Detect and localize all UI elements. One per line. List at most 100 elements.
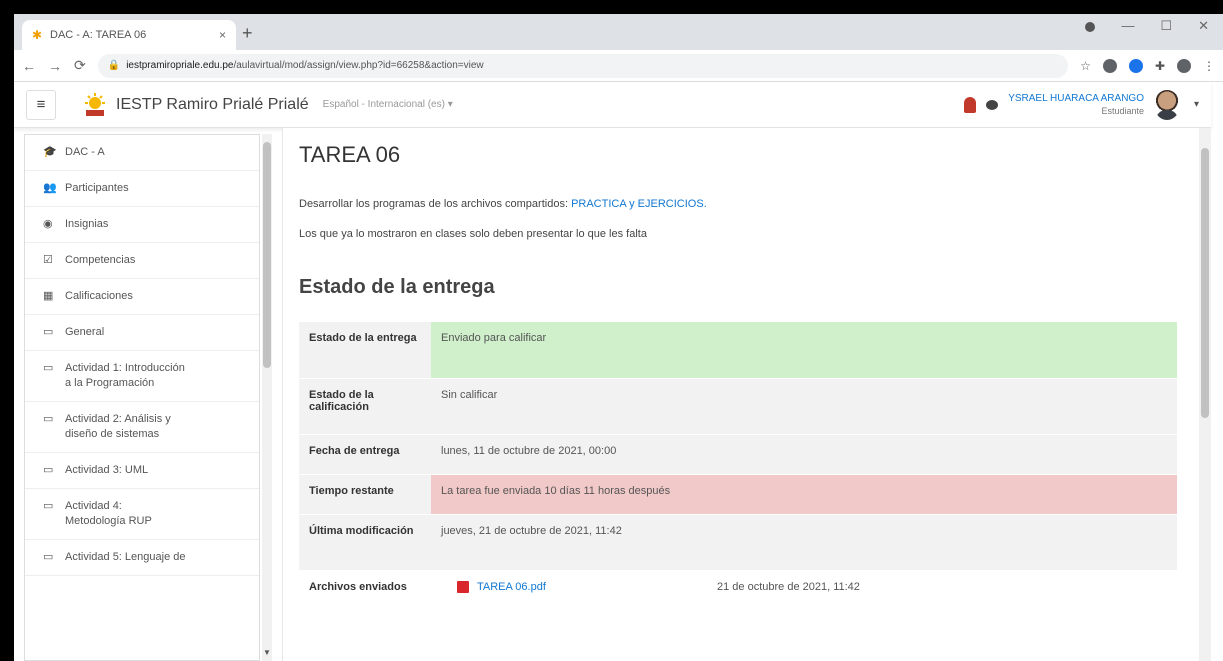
row-value: Sin calificar bbox=[431, 378, 1177, 435]
sidebar-item-label: Participantes bbox=[65, 182, 129, 194]
url-host: iestpramiropriale.edu.pe bbox=[126, 60, 234, 71]
sidebar-item-label: Insignias bbox=[65, 218, 109, 230]
profile-icon[interactable] bbox=[1177, 58, 1191, 73]
description-text: Desarrollar los programas de los archivo… bbox=[299, 198, 572, 210]
row-label: Fecha de entrega bbox=[299, 434, 431, 475]
moodle-favicon-icon: ✱ bbox=[32, 28, 43, 42]
notification-bell-icon[interactable] bbox=[964, 96, 977, 113]
site-name[interactable]: IESTP Ramiro Prialé Prialé bbox=[116, 96, 309, 114]
mortarboard-icon: 🎓 bbox=[43, 146, 57, 158]
row-label: Estado de la entrega bbox=[299, 322, 431, 379]
sidebar-item-label: DAC - A bbox=[65, 146, 105, 158]
course-sidebar: 🎓 DAC - A 👥 Participantes ◉ Insignias ☑ … bbox=[24, 134, 260, 661]
checkbox-icon: ☑ bbox=[43, 254, 53, 266]
table-row: Archivos enviados TAREA 06.pdf 21 de oct… bbox=[299, 570, 1177, 627]
assignment-note: Los que ya lo mostraron en clases solo d… bbox=[299, 228, 647, 240]
users-icon: 👥 bbox=[43, 182, 57, 194]
url-path: /aulavirtual/mod/assign/view.php?id=6625… bbox=[233, 60, 484, 71]
screen-frame: ✱ DAC - A: TAREA 06 × + — ☐ ✕ ← → ⟳ 🔒 ie… bbox=[0, 0, 1223, 661]
star-icon[interactable]: ☆ bbox=[1080, 59, 1091, 73]
sidebar-item-activity-1[interactable]: ▭ Actividad 1: Introducción a la Program… bbox=[25, 351, 259, 402]
window-controls: — ☐ ✕ bbox=[1085, 18, 1223, 34]
table-row: Estado de la calificación Sin calificar bbox=[299, 378, 1177, 435]
page-scrollbar[interactable] bbox=[1199, 128, 1211, 661]
sidebar-scrollbar[interactable]: ▼ bbox=[262, 134, 272, 661]
table-row: Última modificación jueves, 21 de octubr… bbox=[299, 514, 1177, 571]
sidebar-item-activity-4[interactable]: ▭ Actividad 4: Metodología RUP bbox=[25, 489, 259, 540]
camera-icon bbox=[1085, 22, 1096, 32]
file-date: 21 de octubre de 2021, 11:42 bbox=[717, 580, 860, 593]
tab-strip: ✱ DAC - A: TAREA 06 × + — ☐ ✕ bbox=[14, 14, 1223, 50]
shield-icon: ◉ bbox=[43, 218, 53, 230]
grid-icon: ▦ bbox=[43, 290, 54, 302]
lock-icon: 🔒 bbox=[107, 60, 121, 71]
chevron-down-icon[interactable]: ▾ bbox=[1194, 99, 1199, 110]
user-name: YSRAEL HUARACA ARANGO bbox=[1008, 92, 1144, 104]
page-title: TAREA 06 bbox=[299, 142, 401, 167]
sidebar-item-competencies[interactable]: ☑ Competencias bbox=[25, 243, 259, 279]
tab-title: DAC - A: TAREA 06 bbox=[50, 29, 147, 41]
page-scroll-thumb[interactable] bbox=[1201, 148, 1209, 418]
language-selector[interactable]: Español - Internacional (es) ▾ bbox=[323, 99, 453, 110]
institute-logo bbox=[85, 92, 105, 116]
address-toolbar: ← → ⟳ 🔒 iestpramiropriale.edu.pe /aulavi… bbox=[14, 50, 1223, 82]
extension-blue-icon[interactable] bbox=[1128, 58, 1143, 73]
folder-icon: ▭ bbox=[43, 551, 54, 563]
scroll-down-icon[interactable]: ▼ bbox=[263, 648, 271, 657]
user-role: Estudiante bbox=[1101, 105, 1144, 116]
reload-icon[interactable]: ⟳ bbox=[74, 57, 86, 74]
folder-icon: ▭ bbox=[43, 362, 54, 374]
row-value: lunes, 11 de octubre de 2021, 00:00 bbox=[431, 434, 1177, 475]
site-navbar: ≡ IESTP Ramiro Prialé Prialé Español - I… bbox=[14, 82, 1211, 128]
submission-status-heading: Estado de la entrega bbox=[299, 276, 495, 298]
extension-icon[interactable] bbox=[1102, 58, 1117, 73]
sidebar-item-activity-5[interactable]: ▭ Actividad 5: Lenguaje de bbox=[25, 540, 259, 576]
forward-icon[interactable]: → bbox=[48, 58, 62, 74]
sidebar-item-course[interactable]: 🎓 DAC - A bbox=[25, 135, 259, 171]
menu-dots-icon[interactable]: ⋮ bbox=[1203, 59, 1215, 73]
sidebar-item-participants[interactable]: 👥 Participantes bbox=[25, 171, 259, 207]
row-value: Enviado para calificar bbox=[431, 322, 1177, 379]
back-icon[interactable]: ← bbox=[22, 58, 36, 74]
sidebar-scroll-thumb[interactable] bbox=[263, 142, 271, 368]
submission-status-table: Estado de la entrega Enviado para califi… bbox=[299, 322, 1177, 627]
close-window-button[interactable]: ✕ bbox=[1198, 18, 1209, 34]
hamburger-menu-button[interactable]: ≡ bbox=[26, 89, 56, 120]
user-area: YSRAEL HUARACA ARANGO Estudiante ▾ bbox=[964, 89, 1199, 120]
row-value: TAREA 06.pdf 21 de octubre de 2021, 11:4… bbox=[431, 570, 1177, 627]
url-bar[interactable]: 🔒 iestpramiropriale.edu.pe /aulavirtual/… bbox=[97, 53, 1069, 78]
user-menu[interactable]: YSRAEL HUARACA ARANGO Estudiante bbox=[1008, 92, 1144, 118]
puzzle-icon[interactable]: ✚ bbox=[1155, 59, 1165, 73]
messages-icon[interactable] bbox=[986, 99, 999, 110]
sidebar-item-general[interactable]: ▭ General bbox=[25, 315, 259, 351]
row-value: jueves, 21 de octubre de 2021, 11:42 bbox=[431, 514, 1177, 571]
sidebar-item-badges[interactable]: ◉ Insignias bbox=[25, 207, 259, 243]
sidebar-item-label: Calificaciones bbox=[65, 290, 133, 302]
sidebar-item-activity-3[interactable]: ▭ Actividad 3: UML bbox=[25, 453, 259, 489]
browser-tab[interactable]: ✱ DAC - A: TAREA 06 × bbox=[22, 20, 236, 50]
minimize-button[interactable]: — bbox=[1121, 18, 1134, 34]
table-row: Estado de la entrega Enviado para califi… bbox=[299, 322, 1177, 379]
browser-window: ✱ DAC - A: TAREA 06 × + — ☐ ✕ ← → ⟳ 🔒 ie… bbox=[14, 14, 1223, 661]
folder-icon: ▭ bbox=[43, 500, 54, 512]
sidebar-item-grades[interactable]: ▦ Calificaciones bbox=[25, 279, 259, 315]
row-value: La tarea fue enviada 10 días 11 horas de… bbox=[431, 474, 1177, 515]
shared-files-link[interactable]: PRACTICA y EJERCICIOS. bbox=[571, 198, 707, 210]
submitted-file: TAREA 06.pdf 21 de octubre de 2021, 11:4… bbox=[441, 580, 1167, 593]
assignment-description: Desarrollar los programas de los archivo… bbox=[299, 198, 707, 210]
row-label: Estado de la calificación bbox=[299, 378, 431, 435]
sidebar-item-label: Competencias bbox=[65, 254, 136, 266]
tab-close-icon[interactable]: × bbox=[219, 28, 226, 42]
row-label: Archivos enviados bbox=[299, 570, 431, 627]
avatar[interactable] bbox=[1153, 89, 1180, 120]
row-label: Última modificación bbox=[299, 514, 431, 571]
file-link[interactable]: TAREA 06.pdf bbox=[477, 581, 717, 593]
maximize-button[interactable]: ☐ bbox=[1160, 18, 1172, 34]
sidebar-item-activity-2[interactable]: ▭ Actividad 2: Análisis y diseño de sist… bbox=[25, 402, 259, 453]
folder-icon: ▭ bbox=[43, 326, 54, 338]
sidebar-item-label: Actividad 1: Introducción a la Programac… bbox=[65, 362, 185, 389]
sidebar-item-label: Actividad 2: Análisis y diseño de sistem… bbox=[65, 413, 171, 440]
extensions-area: ☆ ✚ ⋮ bbox=[1080, 58, 1215, 73]
table-row: Tiempo restante La tarea fue enviada 10 … bbox=[299, 474, 1177, 515]
new-tab-button[interactable]: + bbox=[242, 23, 253, 44]
